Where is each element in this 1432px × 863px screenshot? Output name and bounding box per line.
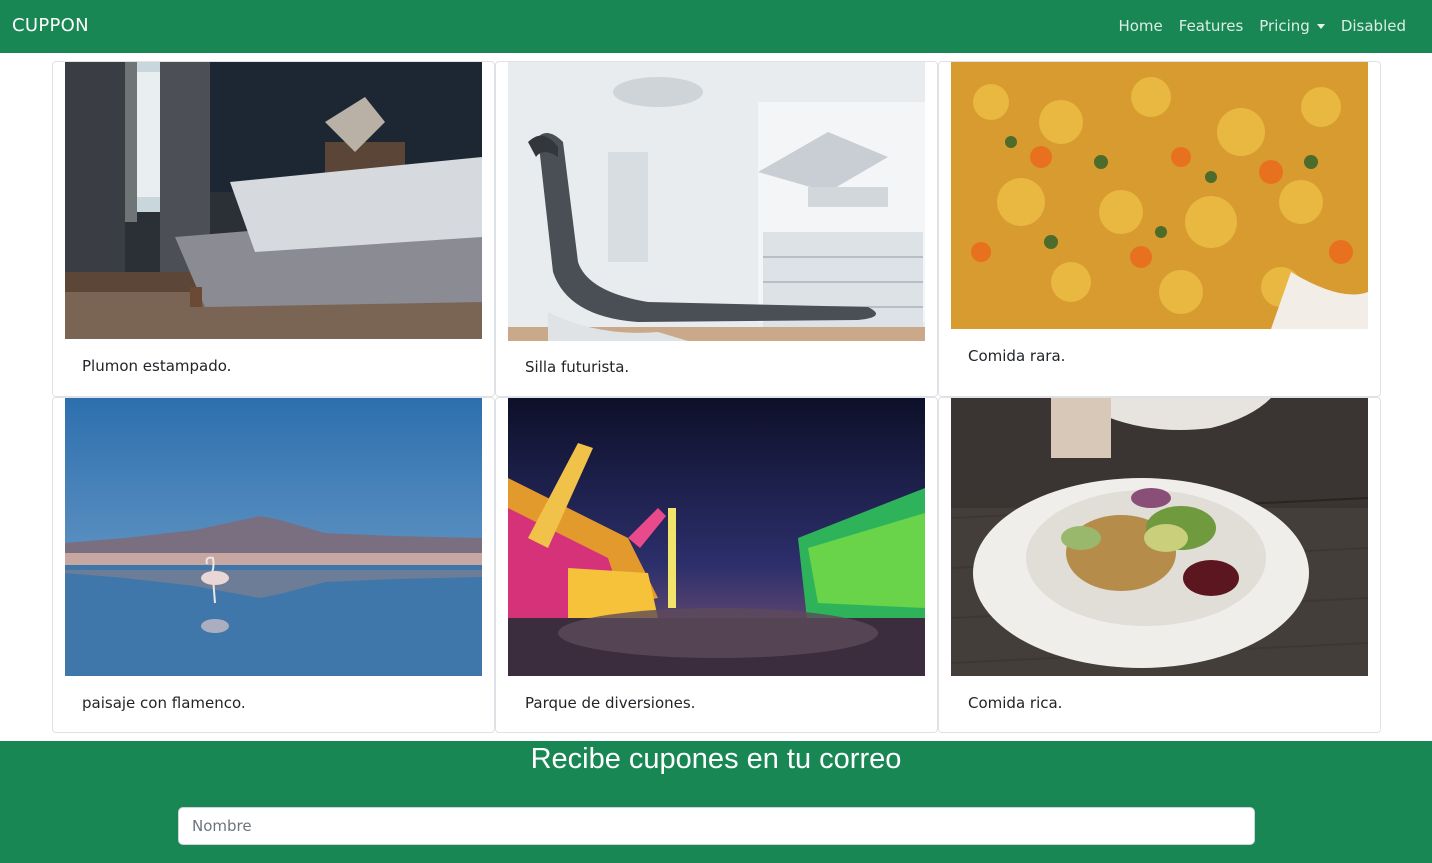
comida-rara-image (951, 62, 1368, 329)
card-caption: Silla futurista. (525, 358, 630, 376)
card-caption: Plumon estampado. (82, 357, 232, 375)
card-parque[interactable]: Parque de diversiones. (495, 397, 938, 733)
newsletter-title: Recibe cupones en tu correo (530, 743, 902, 775)
card-comida-rara[interactable]: Comida rara. (938, 61, 1381, 397)
card-caption: Comida rica. (968, 694, 1063, 712)
card-caption: paisaje con flamenco. (82, 694, 246, 712)
nav-pricing-dropdown[interactable]: Pricing (1251, 15, 1333, 37)
card-caption: Parque de diversiones. (525, 694, 696, 712)
newsletter-section: Recibe cupones en tu correo (0, 741, 1432, 863)
nav-features-link[interactable]: Features (1171, 15, 1252, 37)
nav-links: Home Features Pricing Disabled (1110, 15, 1414, 37)
nav-disabled-link: Disabled (1340, 17, 1406, 35)
dental-chair-image (508, 62, 925, 341)
navbar: CUPPON Home Features Pricing Disabled (0, 0, 1432, 53)
comida-rica-image (951, 398, 1368, 676)
name-input[interactable] (178, 807, 1255, 845)
flamenco-image (65, 398, 482, 676)
card-bedroom[interactable]: Plumon estampado. (52, 61, 495, 397)
nav-home-link[interactable]: Home (1110, 15, 1170, 37)
card-caption: Comida rara. (968, 347, 1066, 365)
bedroom-image (65, 62, 482, 339)
card-flamenco[interactable]: paisaje con flamenco. (52, 397, 495, 733)
card-dental-chair[interactable]: Silla futurista. (495, 61, 938, 397)
parque-image (508, 398, 925, 676)
nav-pricing-label: Pricing (1259, 17, 1310, 35)
product-grid: Plumon estampado. Silla futurista. Comid… (52, 61, 1381, 733)
caret-down-icon (1316, 23, 1325, 29)
card-comida-rica[interactable]: Comida rica. (938, 397, 1381, 733)
brand-logo[interactable]: CUPPON (12, 15, 89, 36)
